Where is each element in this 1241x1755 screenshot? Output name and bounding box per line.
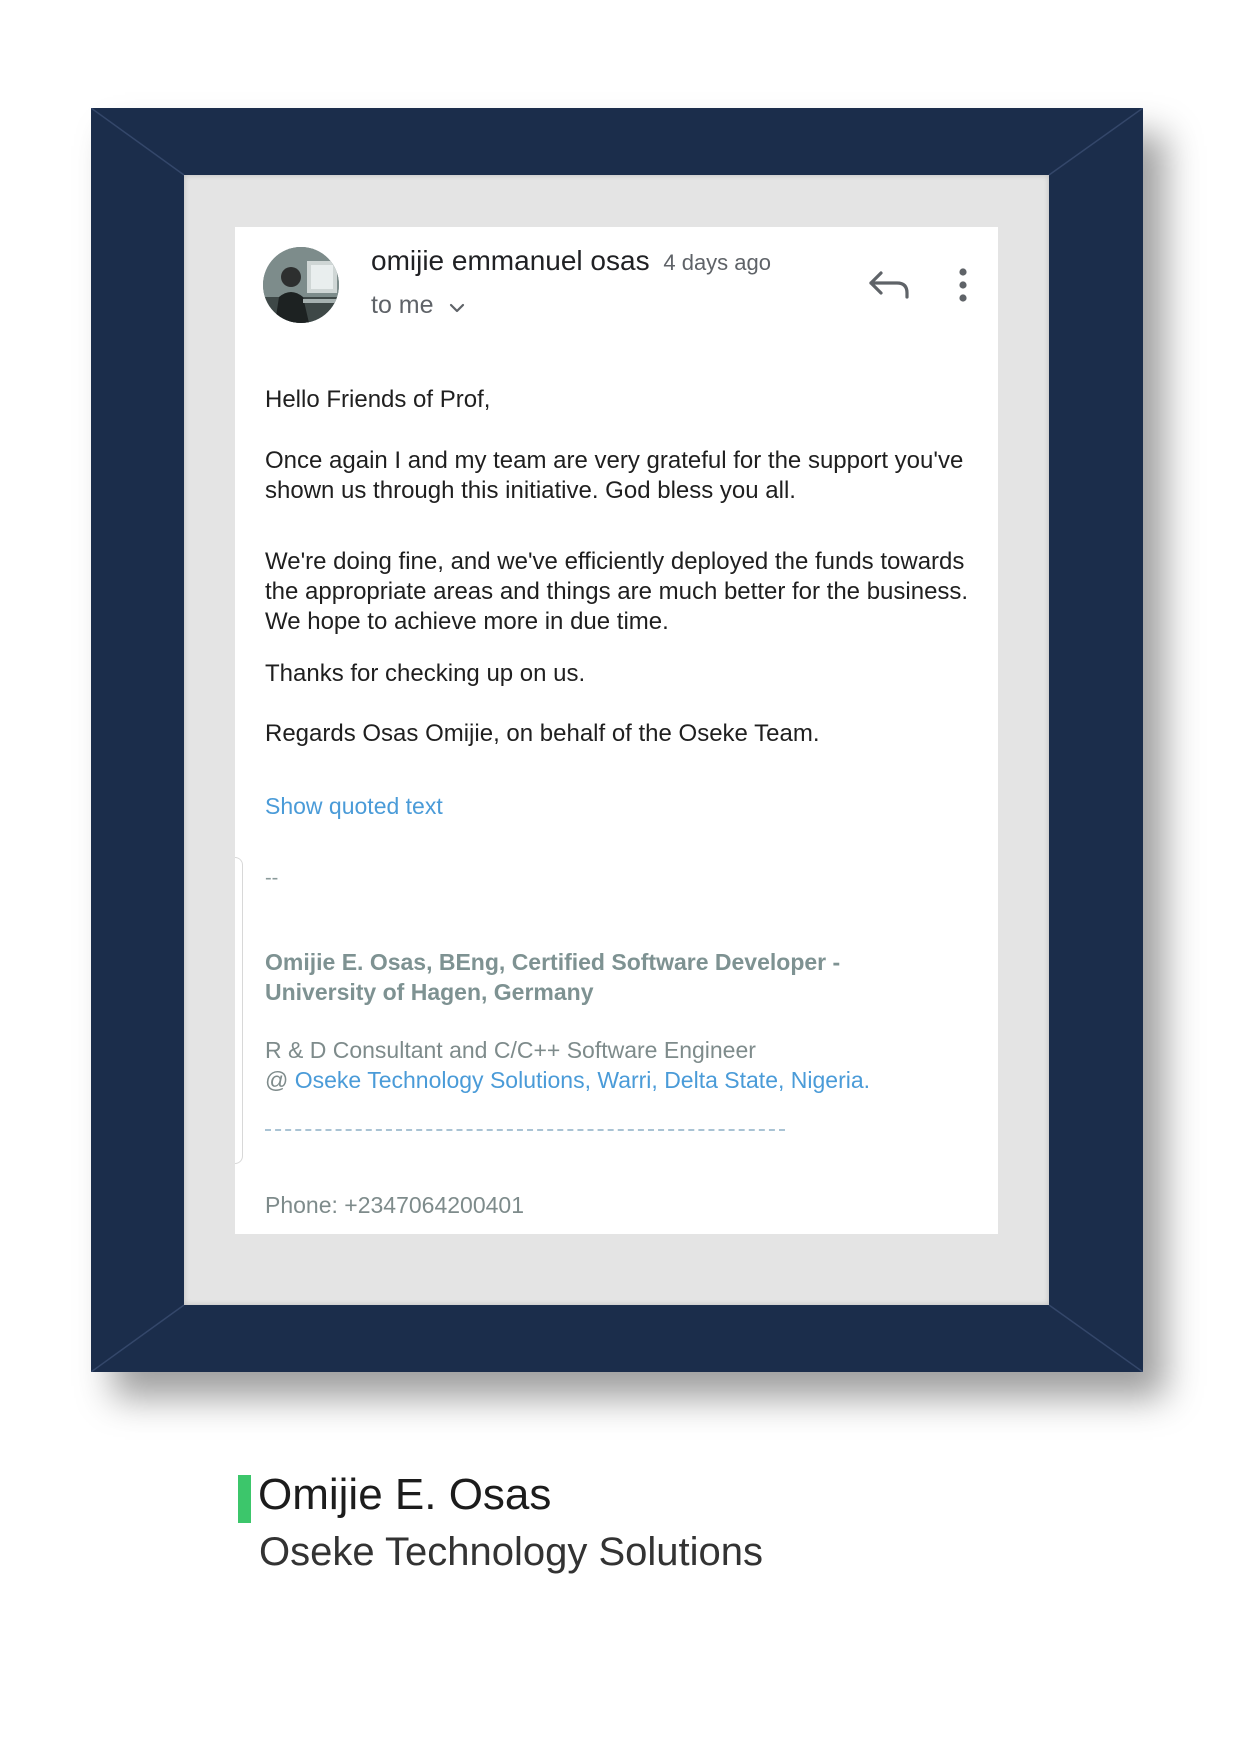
sent-time: 4 days ago [663, 250, 771, 275]
email-screenshot: omijie emmanuel osas 4 days ago to me He… [235, 227, 998, 1234]
signature-company-line: @ Oseke Technology Solutions, Warri, Del… [265, 1067, 870, 1094]
avatar[interactable] [263, 247, 339, 323]
caption-accent-bar [238, 1475, 251, 1523]
reply-button[interactable] [867, 265, 913, 305]
signature-divider [265, 1129, 785, 1131]
signature-phone: Phone: +2347064200401 [265, 1192, 525, 1218]
recipient-label: to me [371, 291, 434, 319]
signature-separator: -- [265, 867, 279, 889]
email-greeting: Hello Friends of Prof, [265, 386, 491, 413]
sender-line: omijie emmanuel osas 4 days ago [371, 245, 771, 277]
email-paragraph: Once again I and my team are very gratef… [265, 447, 964, 504]
email-paragraph: We're doing fine, and we've efficiently … [265, 548, 969, 635]
caption-company: Oseke Technology Solutions [259, 1530, 764, 1574]
caption-name: Omijie E. Osas [258, 1470, 552, 1519]
reply-icon [869, 271, 909, 299]
signature-company-link[interactable]: Oseke Technology Solutions, Warri, Delta… [295, 1067, 870, 1093]
quote-indicator [235, 857, 243, 1164]
show-quoted-text-link[interactable]: Show quoted text [265, 793, 443, 820]
more-options-button[interactable] [951, 265, 975, 305]
signature-role: R & D Consultant and C/C++ Software Engi… [265, 1037, 756, 1063]
frame-mat: omijie emmanuel osas 4 days ago to me He… [184, 175, 1049, 1305]
email-sign-off: Regards Osas Omijie, on behalf of the Os… [265, 720, 820, 747]
avatar-photo [263, 247, 339, 323]
recipient-toggle[interactable]: to me [371, 291, 466, 321]
more-vert-icon [959, 268, 967, 302]
signature-at-symbol: @ [265, 1067, 295, 1093]
signature-name: Omijie E. Osas, BEng, Certified Software… [265, 949, 841, 1005]
picture-frame: omijie emmanuel osas 4 days ago to me He… [91, 108, 1143, 1372]
chevron-down-icon [448, 292, 466, 321]
sender-name[interactable]: omijie emmanuel osas [371, 245, 650, 276]
email-paragraph: Thanks for checking up on us. [265, 660, 586, 687]
